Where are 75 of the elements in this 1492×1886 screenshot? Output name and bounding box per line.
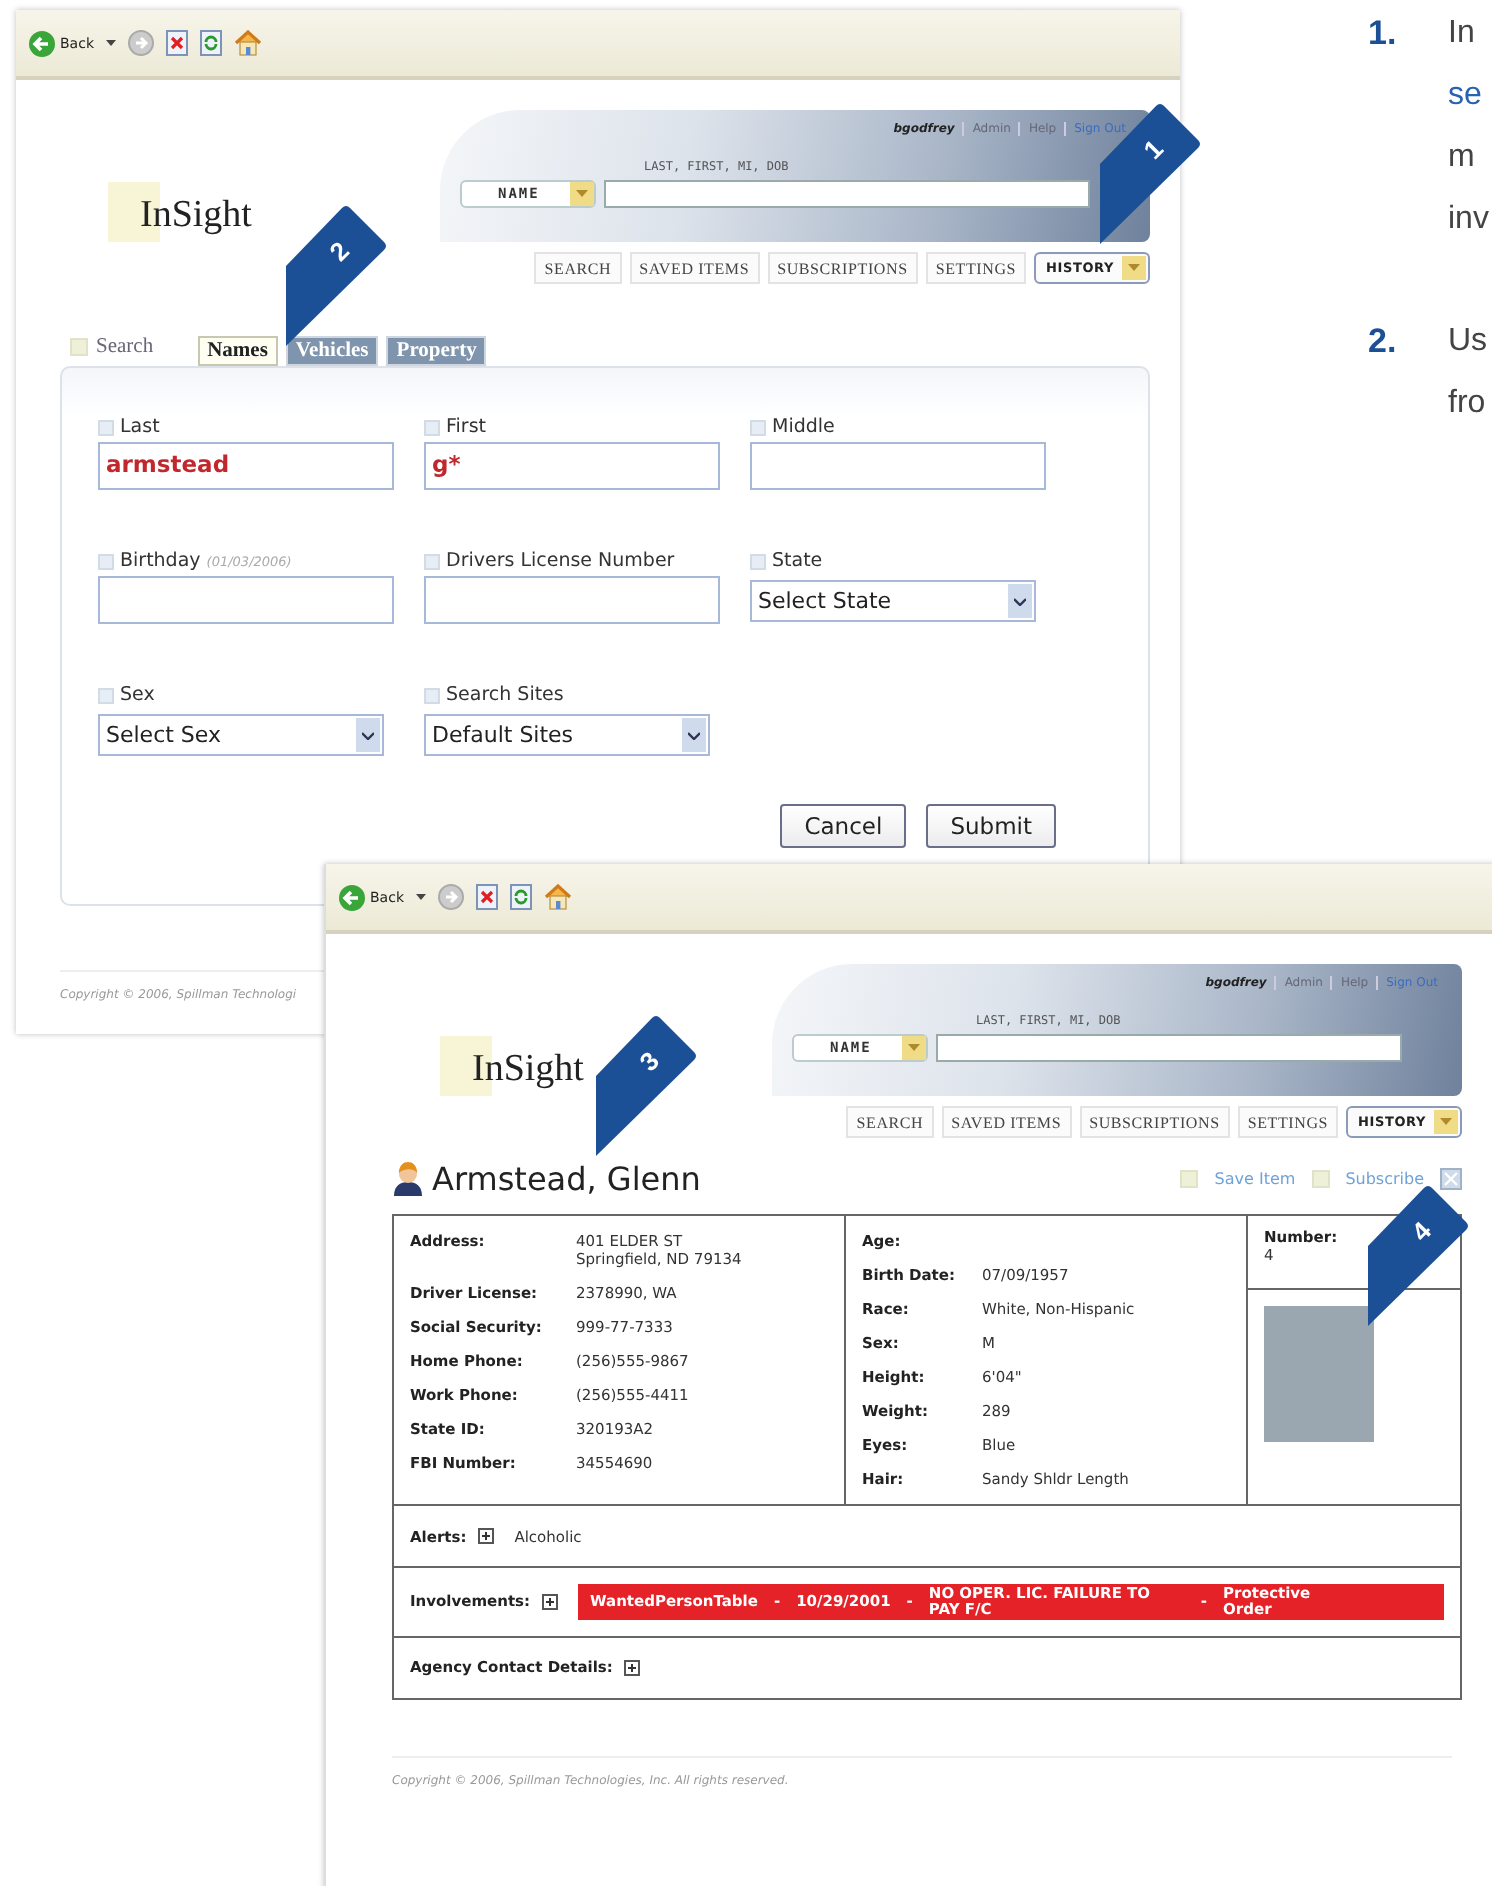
photo-placeholder [1264,1306,1374,1442]
field-label: Middle [772,416,835,438]
nav-link[interactable]: SUBSCRIPTIONS [1079,1106,1230,1138]
step-text: m [1448,138,1477,178]
checkbox[interactable] [424,553,440,569]
forward-icon[interactable] [438,884,464,910]
dropdown[interactable]: Select State [750,580,1036,622]
checkbox[interactable] [98,553,114,569]
search-heading: Search [96,336,154,358]
field-label: Drivers License Number [446,550,675,572]
bullet-icon [1180,1169,1199,1187]
stop-icon[interactable] [476,884,498,910]
field-label: Last [120,416,160,438]
checkbox[interactable] [750,419,766,435]
text-field[interactable] [424,576,720,624]
close-icon[interactable] [1440,1167,1462,1189]
caret-icon [1128,264,1140,272]
step-text: inv [1448,200,1489,240]
text-field[interactable]: armstead [98,442,394,490]
nav-link[interactable]: SUBSCRIPTIONS [767,252,918,284]
step-text: Us [1448,322,1489,362]
step-number: 2. [1368,320,1399,364]
text-field[interactable]: g* [424,442,720,490]
caret-icon [908,1044,920,1052]
step-marker: 3 [596,1016,696,1156]
field-label: State [772,550,823,572]
step-number: 1. [1368,12,1399,56]
checkbox[interactable] [750,553,766,569]
refresh-icon[interactable] [510,884,532,910]
dropdown[interactable]: Default Sites [424,714,710,756]
link-text[interactable]: se [1448,64,1489,126]
caret-icon [576,190,588,198]
field-label: First [446,416,486,438]
checkbox[interactable] [98,419,114,435]
caret-icon[interactable] [416,894,426,900]
search-field[interactable] [936,1034,1402,1062]
text-field[interactable] [750,442,1046,490]
caret-icon[interactable] [106,40,116,46]
nav-link[interactable]: SETTINGS [925,252,1027,284]
checkbox[interactable] [424,419,440,435]
step-marker: 4 [1368,1186,1468,1326]
nav-link[interactable]: SEARCH [846,1106,934,1138]
nav-link[interactable]: SETTINGS [1237,1106,1339,1138]
person-icon [392,1160,424,1196]
caret-icon [362,731,374,739]
tab[interactable]: Names [197,336,278,366]
step-text: In [1448,14,1477,54]
text-field[interactable] [98,576,394,624]
nav-link[interactable]: SEARCH [534,252,622,284]
forward-icon[interactable] [128,30,154,56]
field-label: Search Sites [446,684,564,706]
form-button[interactable]: Submit [926,804,1056,848]
nav-link[interactable]: SAVED ITEMS [941,1106,1072,1138]
nav-link[interactable]: SAVED ITEMS [629,252,760,284]
stop-icon[interactable] [166,30,188,56]
expand-icon[interactable] [624,1659,641,1676]
field-label: Birthday [120,550,201,572]
caret-icon [688,731,700,739]
home-icon[interactable] [234,30,262,56]
caret-icon [1014,597,1026,605]
step-text: fro [1448,384,1488,424]
home-icon[interactable] [544,884,572,910]
expand-icon[interactable] [542,1593,559,1610]
bullet-icon [70,338,88,356]
search-field[interactable] [604,180,1090,208]
bullet-icon [1311,1169,1330,1187]
field-label: Sex [120,684,155,706]
expand-icon[interactable] [478,1528,495,1544]
dropdown[interactable]: Select Sex [98,714,384,756]
caret-icon [1440,1118,1452,1126]
checkbox[interactable] [424,687,440,703]
refresh-icon[interactable] [200,30,222,56]
form-button[interactable]: Cancel [780,804,907,848]
checkbox[interactable] [98,687,114,703]
person-name: Armstead, Glenn [432,1159,701,1197]
